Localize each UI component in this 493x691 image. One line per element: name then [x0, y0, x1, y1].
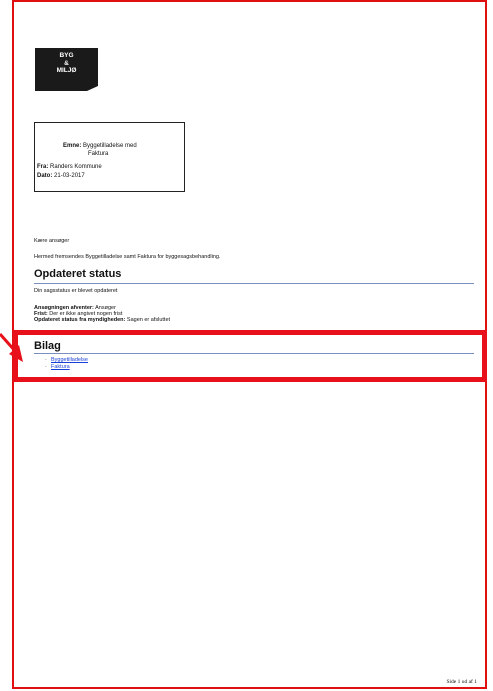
from-value: Randers Kommune	[50, 164, 102, 170]
arrow-icon	[0, 333, 23, 362]
authority-row: Opdateret status fra myndigheden: Sagen …	[34, 317, 170, 323]
from-row: Fra: Randers Kommune	[37, 163, 102, 171]
authority-value: Sagen er afsluttet	[126, 317, 171, 323]
subject-label: Emne:	[63, 143, 82, 149]
logo-text: BYG & MILJØ	[35, 52, 98, 75]
status-divider	[34, 283, 474, 284]
logo-line-2: &	[64, 59, 69, 67]
date-row: Dato: 21-03-2017	[37, 172, 85, 180]
highlight-box	[13, 330, 487, 382]
subject-box: Emne: Byggetilladelse med Faktura Fra: R…	[34, 122, 185, 192]
date-value: 21-03-2017	[54, 173, 85, 179]
subject-row-2: Faktura	[88, 150, 108, 158]
subject-value: Byggetilladelse med	[83, 143, 137, 149]
greeting: Kære ansøger	[34, 238, 70, 244]
intro-text: Hermed fremsendes Byggetilladelse samt F…	[34, 254, 221, 260]
logo-line-3: MILJØ	[56, 67, 77, 74]
subject-value-2: Faktura	[88, 151, 109, 157]
status-heading: Opdateret status	[34, 268, 122, 280]
date-label: Dato:	[37, 173, 53, 179]
status-subtitle: Din sagsstatus er blevet opdateret	[34, 288, 118, 294]
from-label: Fra:	[37, 164, 49, 170]
subject-row: Emne: Byggetilladelse med	[63, 142, 137, 150]
logo-line-1: BYG	[59, 52, 74, 59]
authority-label: Opdateret status fra myndigheden:	[34, 317, 126, 323]
page-number: Side 1 ud af 1	[446, 679, 477, 685]
